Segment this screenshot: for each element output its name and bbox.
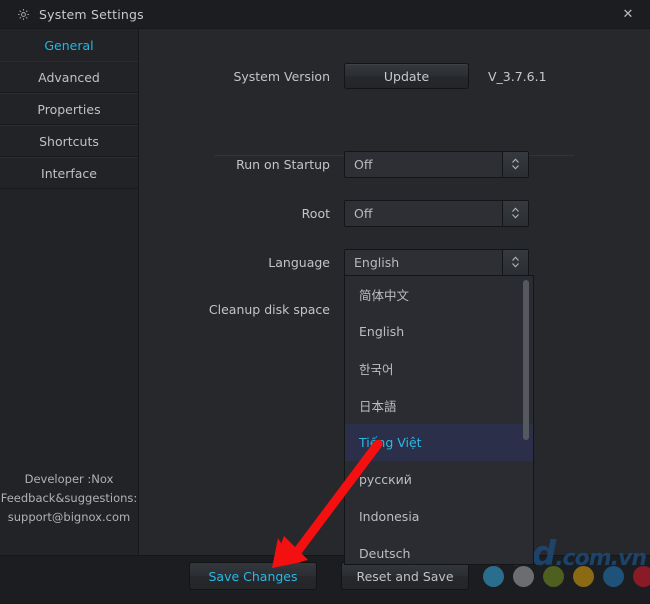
option-label: English [359,324,405,339]
feedback-label: Feedback&suggestions: [0,491,138,505]
option-label: 한국어 [359,362,394,377]
sidebar-item-label: Shortcuts [39,133,99,149]
version-value: V_3.7.6.1 [488,68,547,84]
color-dot-blue [483,566,504,587]
run-on-startup-combo[interactable]: Off [344,150,529,178]
window-title: System Settings [39,6,144,22]
option-label: Tiếng Việt [359,435,422,450]
update-button[interactable]: Update [344,63,469,89]
option-label: 日本語 [359,399,397,414]
sidebar-item-label: Interface [41,165,97,181]
row-root: Root Off [139,199,650,227]
language-option-japanese[interactable]: 日本語 [345,387,533,424]
language-option-deutsch[interactable]: Deutsch [345,535,533,564]
developer-info: Developer :Nox Feedback&suggestions: sup… [0,470,138,527]
save-changes-button[interactable]: Save Changes [189,562,317,590]
option-label: 简体中文 [359,288,410,303]
sidebar-item-interface[interactable]: Interface [0,157,138,189]
row-language: Language English [139,248,650,276]
chevron-updown-icon[interactable] [502,200,528,226]
title-bar: System Settings ✕ [0,0,650,29]
chevron-updown-icon[interactable] [502,249,528,275]
language-dropdown-list[interactable]: 简体中文 English 한국어 日本語 Tiếng Việt русский … [344,275,534,565]
language-option-russian[interactable]: русский [345,461,533,498]
option-label: русский [359,472,412,487]
developer-name: Developer :Nox [24,472,114,486]
system-settings-window: System Settings ✕ General Advanced Prope… [0,0,650,604]
dropdown-scrollbar[interactable] [523,278,531,564]
language-option-english[interactable]: English [345,313,533,350]
chevron-updown-icon[interactable] [502,151,528,177]
reset-and-save-button[interactable]: Reset and Save [341,562,469,590]
row-system-version: System Version Update V_3.7.6.1 [139,62,650,90]
language-option-zh[interactable]: 简体中文 [345,276,533,313]
color-dot-green [543,566,564,587]
gear-icon [17,8,30,21]
sidebar-item-advanced[interactable]: Advanced [0,61,138,93]
dropdown-scrollbar-thumb[interactable] [523,280,529,440]
row-run-on-startup: Run on Startup Off [139,150,650,178]
color-dots [483,566,650,587]
root-combo[interactable]: Off [344,199,529,227]
language-combo[interactable]: English [344,248,529,276]
cleanup-disk-space-label: Cleanup disk space [208,301,330,317]
language-value: English [354,254,400,270]
run-on-startup-label: Run on Startup [236,156,330,172]
sidebar: General Advanced Properties Shortcuts In… [0,29,139,555]
language-option-vietnamese[interactable]: Tiếng Việt [345,424,533,461]
option-label: Indonesia [359,509,420,524]
language-option-indonesia[interactable]: Indonesia [345,498,533,535]
run-on-startup-value: Off [354,156,373,172]
color-dot-red [633,566,650,587]
sidebar-item-label: General [44,37,94,53]
close-icon[interactable]: ✕ [606,0,650,28]
sidebar-item-properties[interactable]: Properties [0,93,138,125]
color-dot-yellow [573,566,594,587]
color-dot-gray [513,566,534,587]
system-version-label: System Version [233,68,330,84]
sidebar-item-general[interactable]: General [0,29,138,61]
sidebar-item-label: Advanced [38,69,100,85]
option-label: Deutsch [359,546,411,561]
support-email: support@bignox.com [7,510,131,524]
color-dot-navy [603,566,624,587]
root-value: Off [354,205,373,221]
language-label: Language [268,254,330,270]
sidebar-item-label: Properties [37,101,101,117]
language-option-korean[interactable]: 한국어 [345,350,533,387]
sidebar-item-shortcuts[interactable]: Shortcuts [0,125,138,157]
root-label: Root [301,205,330,221]
